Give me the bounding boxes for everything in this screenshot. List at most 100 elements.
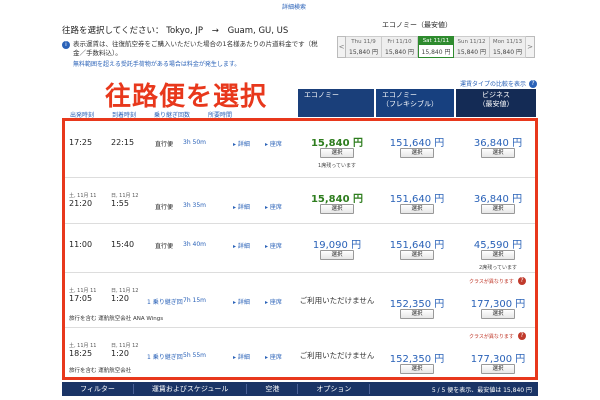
details-label[interactable]: 詳細 (238, 204, 250, 211)
duration: 7h 15m (183, 297, 207, 304)
seats-link[interactable]: ▸ 座席 (265, 202, 282, 211)
help-icon[interactable]: ? (529, 79, 538, 88)
airports-button[interactable]: 空港 (247, 384, 299, 394)
economy-flex-price: 152,350 円 (389, 354, 445, 365)
details-link[interactable]: ▸ 詳細 (233, 297, 250, 306)
details-label[interactable]: 詳細 (238, 141, 250, 148)
details-link[interactable]: ▸ 詳細 (233, 241, 250, 250)
arrival-time: 22:15 (111, 138, 135, 147)
sort-stops[interactable]: 乗り継ぎ回数 (154, 110, 190, 119)
select-business-button[interactable]: 選択 (481, 148, 515, 158)
sort-departure[interactable]: 出発時刻 (70, 110, 94, 119)
sort-duration[interactable]: 所要時間 (208, 110, 232, 119)
details-label[interactable]: 詳細 (238, 299, 250, 306)
seats-label[interactable]: 座席 (270, 299, 282, 306)
route-line: 往路を選択してください： Tokyo, JP → Guam, GU, US (62, 24, 322, 36)
departure-time: 17:05 (69, 294, 93, 303)
select-business-button[interactable]: 選択 (481, 204, 515, 214)
details-label[interactable]: 詳細 (238, 354, 250, 361)
select-economy-button[interactable]: 選択 (320, 250, 354, 260)
calendar-day[interactable]: Fri 11/10 15,840 円 (382, 36, 418, 58)
select-flex-button[interactable]: 選択 (400, 148, 434, 158)
details-link[interactable]: ▸ 詳細 (233, 202, 250, 211)
header-business: ビジネス （最安値） (456, 89, 536, 117)
seats-link[interactable]: ▸ 座席 (265, 352, 282, 361)
calendar-day-date: Sun 11/12 (457, 39, 486, 45)
stops[interactable]: 1 乗り継ぎ回 (147, 297, 183, 306)
select-business-button[interactable]: 選択 (481, 250, 515, 260)
select-economy-button[interactable]: 選択 (320, 204, 354, 214)
seats-remaining: 2席残っています (479, 265, 517, 271)
arrival-date: 日, 11月 12 (111, 288, 139, 294)
business-price: 177,300 円 (470, 299, 526, 310)
seats-label[interactable]: 座席 (270, 141, 282, 148)
compare-fares-label[interactable]: 運賃タイプの比較を表示 (460, 79, 526, 88)
route-label: 往路を選択してください： (62, 26, 164, 36)
seats-link[interactable]: ▸ 座席 (265, 139, 282, 148)
economy-flex-price: 151,640 円 (389, 138, 445, 149)
calendar-day[interactable]: Sat 11/11 15,840 円 (418, 36, 454, 58)
sort-arrival[interactable]: 到着時刻 (112, 110, 136, 119)
select-economy-button[interactable]: 選択 (320, 148, 354, 158)
select-flex-button[interactable]: 選択 (400, 309, 434, 319)
calendar-day-price: 15,840 円 (493, 49, 522, 56)
filter-button[interactable]: フィルター (62, 384, 134, 394)
departure-time: 18:25 (69, 349, 93, 358)
calendar-day-date: Thu 11/9 (351, 39, 376, 45)
stops: 直行便 (155, 141, 174, 148)
fares-schedule-button[interactable]: 運賃およびスケジュール (134, 384, 248, 394)
header-economy-label: エコノミー (304, 91, 339, 99)
departure-date: 土, 11月 11 (69, 288, 97, 294)
fare-note: i 表示運賃は、往復航空券をご購入いただいた場合の1名様あたりの片道料金です（税… (62, 40, 322, 58)
arrival-time: 1:20 (111, 294, 129, 303)
duration: 3h 40m (183, 241, 207, 248)
business-price: 36,840 円 (473, 194, 523, 205)
select-business-button[interactable]: 選択 (481, 364, 515, 374)
select-flex-button[interactable]: 選択 (400, 250, 434, 260)
select-business-button[interactable]: 選択 (481, 309, 515, 319)
fare-note-text: 表示運賃は、往復航空券をご購入いただいた場合の1名様あたりの片道料金です（税金／… (73, 40, 318, 57)
economy-price: 19,090 円 (312, 240, 362, 251)
calendar-day[interactable]: Thu 11/9 15,840 円 (346, 36, 382, 58)
header-economy-flex-label: エコノミー (382, 91, 417, 99)
route-destination: Guam, GU, US (227, 26, 289, 36)
chevron-right-icon[interactable]: > (526, 36, 535, 58)
seats-label[interactable]: 座席 (270, 243, 282, 250)
calendar-day-price: 15,840 円 (421, 49, 451, 56)
help-icon[interactable]: ? (517, 332, 526, 340)
economy-price: 15,840 円 (310, 194, 364, 205)
baggage-note-link[interactable]: 無料範囲を超える受託手荷物がある場合は料金が発生します。 (62, 59, 322, 68)
header-business-sub: （最安値） (478, 100, 514, 108)
flight-row: 土, 11月 11 18:25 日, 11月 12 1:20 1 乗り継ぎ回 5h … (65, 328, 535, 380)
header-economy: エコノミー (298, 89, 374, 117)
options-button[interactable]: オプション (298, 384, 371, 394)
calendar-day[interactable]: Mon 11/13 15,840 円 (490, 36, 526, 58)
compare-fares-link[interactable]: 運賃タイプの比較を表示 ? (460, 79, 538, 88)
details-link[interactable]: ▸ 詳細 (233, 139, 250, 148)
operator-note: 旅行を含む 運航航空会社 ANA Wings (69, 316, 164, 322)
column-labels: 出発時刻 到着時刻 乗り継ぎ回数 所要時間 (70, 110, 250, 119)
calendar-day-date: Fri 11/10 (387, 39, 412, 45)
select-flex-button[interactable]: 選択 (400, 204, 434, 214)
departure: 土, 11月 11 17:05 (69, 287, 97, 303)
arrival-date: 日, 11月 12 (111, 193, 139, 199)
stops: 直行便 (155, 204, 174, 211)
details-link[interactable]: ▸ 詳細 (233, 352, 250, 361)
help-icon[interactable]: ? (517, 277, 526, 285)
seats-link[interactable]: ▸ 座席 (265, 241, 282, 250)
calendar-day[interactable]: Sun 11/12 15,840 円 (454, 36, 490, 58)
seats-link[interactable]: ▸ 座席 (265, 297, 282, 306)
arrival-time: 1:20 (111, 349, 129, 358)
seats-label[interactable]: 座席 (270, 354, 282, 361)
chevron-left-icon[interactable]: < (337, 36, 346, 58)
advanced-search-link[interactable]: 詳細検索 (282, 2, 306, 11)
calendar-day-price: 15,840 円 (385, 49, 414, 56)
stops[interactable]: 1 乗り継ぎ回 (147, 352, 183, 361)
seats-label[interactable]: 座席 (270, 204, 282, 211)
seats-remaining: 1席残っています (318, 163, 356, 169)
date-calendar: < Thu 11/9 15,840 円 Fri 11/10 15,840 円 Sat… (337, 36, 535, 58)
flight-row: 11:00 15:40 直行便 3h 40m ▸ 詳細 ▸ 座席 19,090 円選択 15… (65, 224, 535, 273)
details-label[interactable]: 詳細 (238, 243, 250, 250)
select-flex-button[interactable]: 選択 (400, 364, 434, 374)
flight-row: 17:25 22:15 直行便 3h 50m ▸ 詳細 ▸ 座席 15,840 円選択 1席… (65, 122, 535, 178)
